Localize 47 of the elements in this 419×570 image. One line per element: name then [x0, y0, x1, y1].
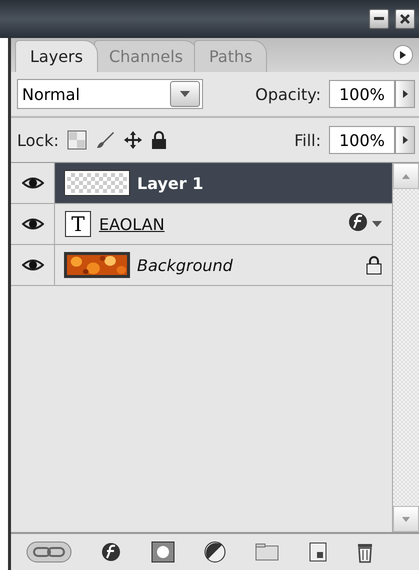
lock-icon[interactable] — [150, 130, 167, 150]
fill-field[interactable]: 100% — [329, 126, 395, 154]
layer-name: Layer 1 — [137, 174, 204, 192]
caret-icon[interactable] — [372, 221, 382, 227]
trash-icon[interactable] — [356, 541, 374, 563]
link-icon[interactable] — [26, 541, 72, 563]
move-icon[interactable] — [122, 130, 143, 150]
fill-slider-button[interactable] — [395, 126, 415, 154]
layer-row[interactable]: Background — [55, 245, 392, 285]
eye-icon[interactable] — [22, 217, 44, 231]
opacity-slider-button[interactable] — [395, 80, 415, 108]
effects-icon[interactable] — [101, 542, 122, 562]
caret-icon — [402, 174, 410, 178]
opacity-field[interactable]: 100% — [329, 80, 395, 108]
minimize-button[interactable] — [369, 9, 389, 29]
mask-icon[interactable] — [150, 541, 175, 563]
brush-icon[interactable] — [94, 130, 115, 150]
effects-icon[interactable] — [348, 212, 368, 232]
play-icon — [402, 90, 408, 98]
minimize-icon — [374, 17, 384, 21]
close-button[interactable] — [395, 9, 415, 29]
caret-icon — [402, 516, 410, 522]
panel-tab[interactable]: Layers — [15, 40, 98, 72]
eye-icon[interactable] — [22, 176, 44, 190]
adjustment-icon[interactable] — [204, 541, 226, 563]
blend-mode-dropdown[interactable]: Normal — [17, 79, 203, 109]
play-icon — [400, 51, 406, 59]
opacity-label: Opacity: — [255, 84, 321, 104]
layer-row[interactable]: Layer 1 — [55, 163, 392, 203]
eye-icon[interactable] — [22, 258, 44, 272]
close-icon — [400, 14, 410, 24]
caret-icon — [180, 91, 190, 97]
lock-transparency-icon[interactable] — [66, 130, 87, 150]
scrollbar[interactable] — [392, 163, 419, 532]
panel-menu-button[interactable] — [393, 45, 413, 65]
layer-thumbnail — [65, 171, 129, 195]
layer-name: Background — [137, 256, 233, 274]
lock-label: Lock: — [17, 130, 59, 150]
play-icon — [402, 136, 408, 144]
new-layer-icon[interactable] — [308, 542, 327, 562]
layer-name: EAOLAN — [99, 214, 165, 234]
scroll-up-button[interactable] — [393, 163, 419, 189]
fill-label: Fill: — [294, 130, 321, 150]
scroll-down-button[interactable] — [393, 506, 419, 532]
layer-row[interactable]: T EAOLAN — [55, 204, 392, 244]
text-layer-icon: T — [65, 211, 91, 237]
folder-icon[interactable] — [255, 543, 280, 561]
